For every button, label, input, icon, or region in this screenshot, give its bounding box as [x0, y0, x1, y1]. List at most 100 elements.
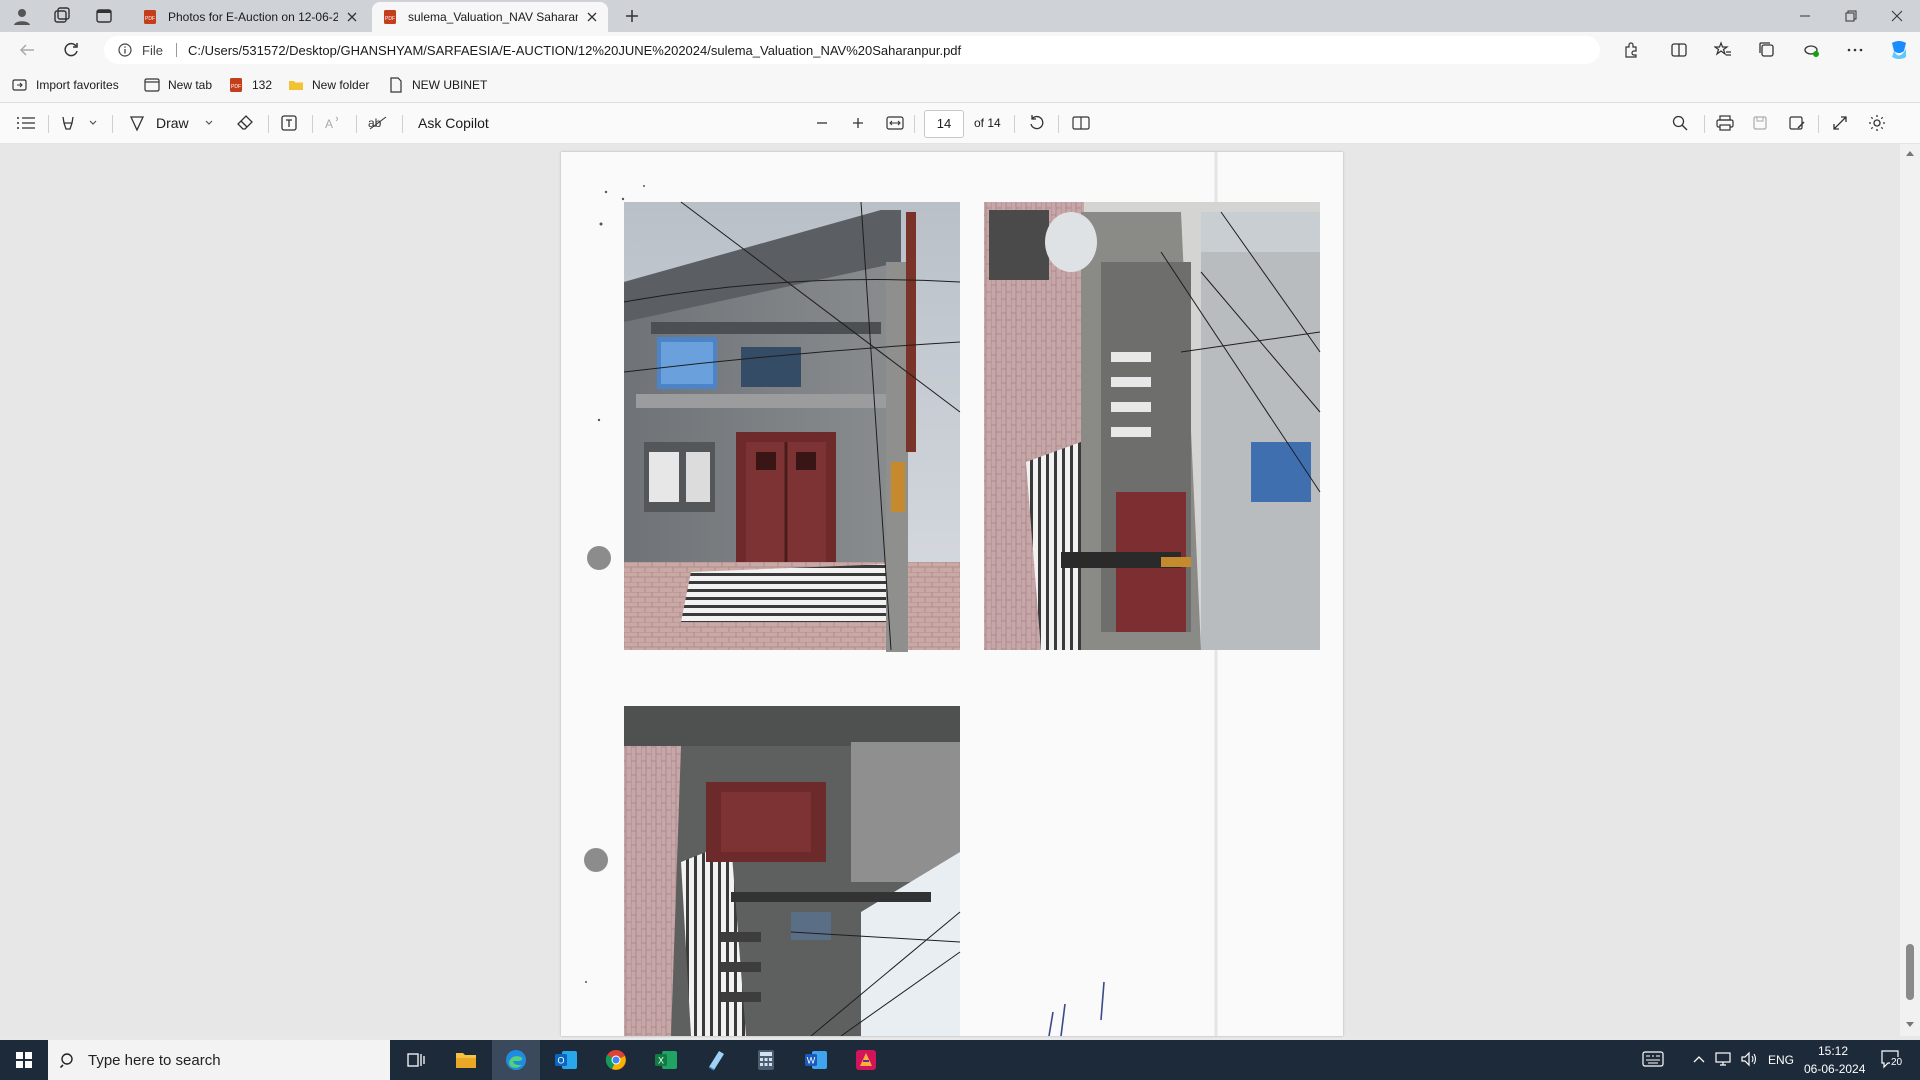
back-arrow-icon[interactable] — [16, 39, 38, 61]
notepad-icon[interactable] — [692, 1040, 740, 1080]
translate-icon[interactable]: ab — [368, 113, 388, 133]
chevron-up-icon[interactable] — [1692, 1053, 1706, 1065]
save-icon[interactable] — [1752, 113, 1768, 133]
tab-sulema-valuation[interactable]: PDF sulema_Valuation_NAV Saharanp — [372, 2, 608, 32]
eraser-icon[interactable] — [236, 113, 254, 133]
pdf-icon: PDF — [230, 78, 242, 92]
edge-icon[interactable] — [492, 1040, 540, 1080]
network-icon[interactable] — [1714, 1051, 1732, 1067]
rotate-icon[interactable] — [1028, 113, 1046, 133]
favorites-icon[interactable] — [1712, 39, 1734, 61]
scanned-page-image — [584, 152, 1321, 1036]
tab-strip: PDF Photos for E-Auction on 12-06-2 PDF … — [0, 0, 1920, 32]
fit-to-width-icon[interactable] — [886, 113, 904, 133]
close-window-button[interactable] — [1874, 0, 1920, 32]
minimize-button[interactable] — [1782, 0, 1828, 32]
notification-center-icon[interactable]: 20 — [1880, 1048, 1904, 1072]
settings-gear-icon[interactable] — [1868, 113, 1886, 133]
favorite-label: New folder — [312, 78, 370, 92]
chevron-down-icon[interactable] — [204, 113, 214, 133]
browser-essentials-icon[interactable] — [1800, 39, 1822, 61]
more-options-icon[interactable] — [1844, 39, 1866, 61]
pdf-page — [561, 152, 1343, 1036]
notification-count: 20 — [1890, 1057, 1904, 1068]
page-icon — [390, 77, 402, 93]
keyboard-layout-icon[interactable] — [1642, 1050, 1664, 1068]
media-app-icon[interactable] — [842, 1040, 890, 1080]
language-indicator[interactable]: ENG — [1768, 1053, 1794, 1067]
contents-list-icon[interactable] — [16, 113, 36, 133]
photo-house-side-rotated — [624, 706, 961, 1036]
newtab-icon — [144, 78, 160, 92]
svg-text:ab: ab — [368, 116, 382, 130]
refresh-icon[interactable] — [60, 39, 82, 61]
chrome-icon[interactable] — [592, 1040, 640, 1080]
divider — [914, 115, 915, 133]
divider — [402, 115, 403, 133]
divider — [48, 115, 49, 133]
copilot-icon[interactable] — [1886, 37, 1912, 63]
vertical-scrollbar[interactable] — [1900, 144, 1920, 1036]
page-number-input[interactable]: 14 — [924, 110, 964, 138]
favorite-import-favorites[interactable]: Import favorites — [12, 77, 119, 93]
split-screen-icon[interactable] — [1668, 39, 1690, 61]
info-icon[interactable] — [118, 43, 132, 57]
close-icon[interactable] — [344, 9, 360, 25]
restore-button[interactable] — [1828, 0, 1874, 32]
chevron-down-icon[interactable] — [88, 113, 98, 133]
task-view-icon[interactable] — [392, 1040, 440, 1080]
divider — [1704, 115, 1705, 133]
print-icon[interactable] — [1716, 113, 1734, 133]
folder-icon — [289, 81, 303, 90]
workspaces-icon[interactable] — [52, 6, 72, 26]
start-button[interactable] — [0, 1040, 48, 1080]
favorite-new-folder[interactable]: New folder — [288, 77, 369, 93]
draw-button[interactable]: Draw — [128, 113, 189, 133]
calculator-icon[interactable] — [742, 1040, 790, 1080]
volume-icon[interactable] — [1740, 1051, 1758, 1067]
address-bar[interactable]: File C:/Users/531572/Desktop/GHANSHYAM/S… — [104, 36, 1600, 64]
divider — [1058, 115, 1059, 133]
outlook-icon[interactable]: O — [542, 1040, 590, 1080]
divider — [312, 115, 313, 133]
tab-label: Photos for E-Auction on 12-06-2 — [168, 10, 338, 24]
photo-house-front — [623, 201, 961, 652]
save-as-icon[interactable] — [1788, 113, 1806, 133]
favorite-new-ubinet[interactable]: NEW UBINET — [388, 77, 487, 93]
ask-copilot-label: Ask Copilot — [418, 115, 489, 131]
excel-icon[interactable]: X — [642, 1040, 690, 1080]
collections-icon[interactable] — [1756, 39, 1778, 61]
fullscreen-icon[interactable] — [1832, 113, 1848, 133]
highlight-icon[interactable] — [60, 113, 76, 133]
page-total: of 14 — [974, 116, 1001, 130]
file-explorer-icon[interactable] — [442, 1040, 490, 1080]
ask-copilot-button[interactable]: Ask Copilot — [418, 113, 489, 133]
profile-icon[interactable] — [12, 6, 32, 26]
divider — [268, 115, 269, 133]
tab-actions-icon[interactable] — [94, 6, 114, 26]
page-view-icon[interactable] — [1072, 113, 1090, 133]
word-icon[interactable]: W — [792, 1040, 840, 1080]
new-tab-button[interactable] — [622, 6, 642, 26]
zoom-in-icon[interactable] — [850, 113, 866, 133]
add-text-icon[interactable] — [280, 113, 298, 133]
divider — [112, 115, 113, 133]
url-text[interactable]: C:/Users/531572/Desktop/GHANSHYAM/SARFAE… — [188, 43, 961, 58]
divider — [1818, 115, 1819, 133]
tab-photos-e-auction[interactable]: PDF Photos for E-Auction on 12-06-2 — [132, 2, 368, 32]
read-aloud-icon[interactable]: A — [324, 113, 342, 133]
favorite-132[interactable]: PDF 132 — [228, 77, 272, 93]
clock-time[interactable]: 15:12 — [1818, 1044, 1848, 1058]
favorite-label: New tab — [168, 78, 213, 92]
extensions-icon[interactable] — [1620, 39, 1642, 61]
svg-text:A: A — [325, 117, 333, 131]
clock-date[interactable]: 06-06-2024 — [1804, 1062, 1865, 1076]
search-placeholder: Type here to search — [88, 1052, 221, 1069]
svg-text:X: X — [658, 1056, 664, 1066]
taskbar-search[interactable]: Type here to search — [48, 1040, 390, 1080]
search-icon[interactable] — [1672, 113, 1688, 133]
zoom-out-icon[interactable] — [814, 113, 830, 133]
close-icon[interactable] — [584, 9, 600, 25]
favorite-new-tab[interactable]: New tab — [144, 77, 212, 93]
import-icon — [12, 79, 27, 91]
